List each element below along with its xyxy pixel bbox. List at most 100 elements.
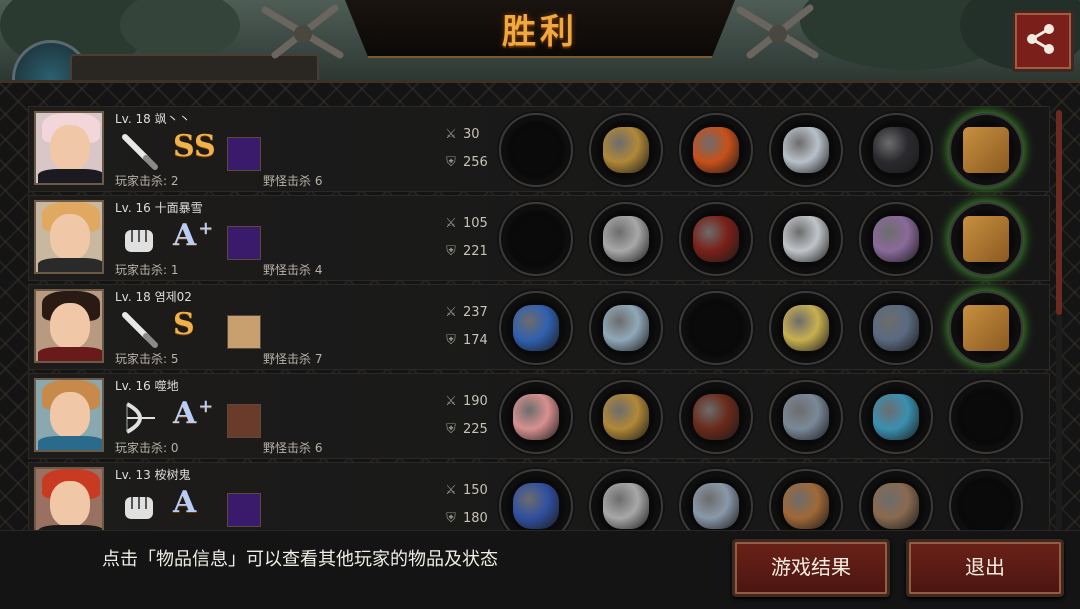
exit-button[interactable]: 退出 bbox=[906, 539, 1064, 597]
grade-letter: A bbox=[173, 396, 197, 431]
attack-value: 30 bbox=[463, 127, 480, 142]
attack-value: 150 bbox=[463, 483, 488, 498]
equipment-slot[interactable] bbox=[949, 469, 1023, 530]
equipment-slot[interactable] bbox=[499, 469, 573, 530]
equipment-slot[interactable] bbox=[769, 469, 843, 530]
monster-kills: 野怪击杀 4 bbox=[263, 263, 323, 277]
silver-helmet-icon bbox=[603, 483, 649, 529]
winged-bow-icon bbox=[513, 394, 559, 440]
grade-plus: + bbox=[198, 218, 214, 239]
equipment-slot[interactable] bbox=[859, 380, 933, 454]
equipment-slot[interactable] bbox=[679, 291, 753, 365]
shield-icon: ⛨ bbox=[446, 155, 456, 170]
equipment-slot[interactable] bbox=[949, 380, 1023, 454]
game-result-button[interactable]: 游戏结果 bbox=[732, 539, 890, 597]
equipment-slot[interactable] bbox=[859, 113, 933, 187]
equipment-slot[interactable] bbox=[499, 380, 573, 454]
player-portrait[interactable] bbox=[34, 111, 104, 185]
equipment-slot[interactable] bbox=[589, 202, 663, 276]
grade-letter: A bbox=[173, 218, 197, 253]
mystery-box-icon bbox=[963, 305, 1009, 351]
defense-value: 174 bbox=[463, 333, 488, 348]
player-row[interactable]: Lv. 16 十面暴雪 A + 玩家击杀: 1 野怪击杀 4 ⚔ 105 ⛨ 221 bbox=[28, 195, 1050, 281]
player-portrait[interactable] bbox=[34, 289, 104, 363]
monster-kills: 野怪击杀 7 bbox=[263, 352, 323, 366]
skill-icon bbox=[227, 137, 261, 171]
defense-stat: ⛨ 256 bbox=[441, 155, 488, 170]
equipment-slot[interactable] bbox=[589, 113, 663, 187]
equipment-slot[interactable] bbox=[679, 380, 753, 454]
crossed-guns-left-decoration bbox=[255, 0, 350, 72]
bottom-bar: 点击「物品信息」可以查看其他玩家的物品及状态 游戏结果 退出 bbox=[0, 530, 1080, 609]
shield-icon: ⛨ bbox=[446, 333, 456, 348]
equipment-slot[interactable] bbox=[589, 469, 663, 530]
player-level-name: Lv. 16 十面暴雪 bbox=[115, 201, 203, 215]
gold-helmet-icon bbox=[603, 394, 649, 440]
equipment-slot[interactable] bbox=[949, 113, 1023, 187]
equipment-slot[interactable] bbox=[859, 202, 933, 276]
player-portrait[interactable] bbox=[34, 378, 104, 452]
equipment-slot[interactable] bbox=[589, 291, 663, 365]
shield-icon: ⛨ bbox=[446, 511, 456, 526]
player-list[interactable]: Lv. 18 飒丶丶 SS 玩家击杀: 2 野怪击杀 6 ⚔ 30 ⛨ 256 Lv… bbox=[28, 106, 1050, 530]
equipment-slot[interactable] bbox=[679, 113, 753, 187]
grade-letter: S bbox=[173, 307, 195, 342]
grade-letter: A bbox=[173, 485, 197, 520]
equipment-slot[interactable] bbox=[859, 469, 933, 530]
monster-kills: 野怪击杀 6 bbox=[263, 441, 323, 455]
winged-boots-icon bbox=[873, 483, 919, 529]
equipment-slot[interactable] bbox=[589, 380, 663, 454]
player-kills: 玩家击杀: 0 bbox=[115, 441, 179, 455]
scrollbar-thumb[interactable] bbox=[1056, 110, 1062, 315]
defense-stat: ⛨ 180 bbox=[441, 511, 488, 526]
defense-stat: ⛨ 221 bbox=[441, 244, 488, 259]
attack-stat: ⚔ 237 bbox=[441, 305, 488, 320]
player-row[interactable]: Lv. 13 桉树鬼 A ⚔ 150 ⛨ 180 bbox=[28, 462, 1050, 530]
equipment-slot[interactable] bbox=[949, 202, 1023, 276]
attack-value: 237 bbox=[463, 305, 488, 320]
defense-value: 225 bbox=[463, 422, 488, 437]
victory-title: 胜利 bbox=[502, 12, 578, 52]
skill-icon bbox=[227, 315, 261, 349]
purple-boots-icon bbox=[873, 216, 919, 262]
equipment-slot[interactable] bbox=[769, 202, 843, 276]
fist-icon bbox=[119, 220, 159, 260]
player-level-name: Lv. 16 噬地 bbox=[115, 379, 179, 393]
equipment-slot[interactable] bbox=[769, 380, 843, 454]
knife-icon bbox=[119, 131, 159, 171]
round-shield-icon bbox=[783, 216, 829, 262]
grade-plus: + bbox=[198, 396, 214, 417]
player-row[interactable]: Lv. 16 噬地 A + 玩家击杀: 0 野怪击杀 6 ⚔ 190 ⛨ 225 bbox=[28, 373, 1050, 459]
equipment-slot[interactable] bbox=[679, 469, 753, 530]
crossed-swords-icon: ⚔ bbox=[445, 216, 457, 231]
player-row[interactable]: Lv. 18 飒丶丶 SS 玩家击杀: 2 野怪击杀 6 ⚔ 30 ⛨ 256 bbox=[28, 106, 1050, 192]
attack-value: 190 bbox=[463, 394, 488, 409]
skill-icon bbox=[227, 404, 261, 438]
player-level-name: Lv. 18 염제02 bbox=[115, 290, 192, 304]
equipment-slot[interactable] bbox=[499, 113, 573, 187]
chain-mail-icon bbox=[693, 483, 739, 529]
red-armor-icon bbox=[693, 216, 739, 262]
equipment-slot[interactable] bbox=[769, 113, 843, 187]
spiked-blade-icon bbox=[783, 127, 829, 173]
player-portrait[interactable] bbox=[34, 467, 104, 530]
scrollbar[interactable] bbox=[1056, 110, 1062, 530]
equipment-slot[interactable] bbox=[679, 202, 753, 276]
black-boots-icon bbox=[873, 127, 919, 173]
crossed-swords-icon: ⚔ bbox=[445, 483, 457, 498]
equipment-slot[interactable] bbox=[859, 291, 933, 365]
attack-stat: ⚔ 190 bbox=[441, 394, 488, 409]
share-button[interactable] bbox=[1012, 10, 1074, 72]
player-row[interactable]: Lv. 18 염제02 S 玩家击杀: 5 野怪击杀 7 ⚔ 237 ⛨ 174 bbox=[28, 284, 1050, 370]
blue-sword-icon bbox=[513, 305, 559, 351]
mystery-box-icon bbox=[963, 216, 1009, 262]
equipment-slot[interactable] bbox=[499, 291, 573, 365]
defense-value: 221 bbox=[463, 244, 488, 259]
equipment-slot[interactable] bbox=[769, 291, 843, 365]
title-banner: 胜利 bbox=[345, 0, 735, 58]
grade-badge: A + bbox=[173, 218, 213, 253]
player-portrait[interactable] bbox=[34, 200, 104, 274]
silver-helmet-icon bbox=[603, 216, 649, 262]
equipment-slot[interactable] bbox=[949, 291, 1023, 365]
equipment-slot[interactable] bbox=[499, 202, 573, 276]
